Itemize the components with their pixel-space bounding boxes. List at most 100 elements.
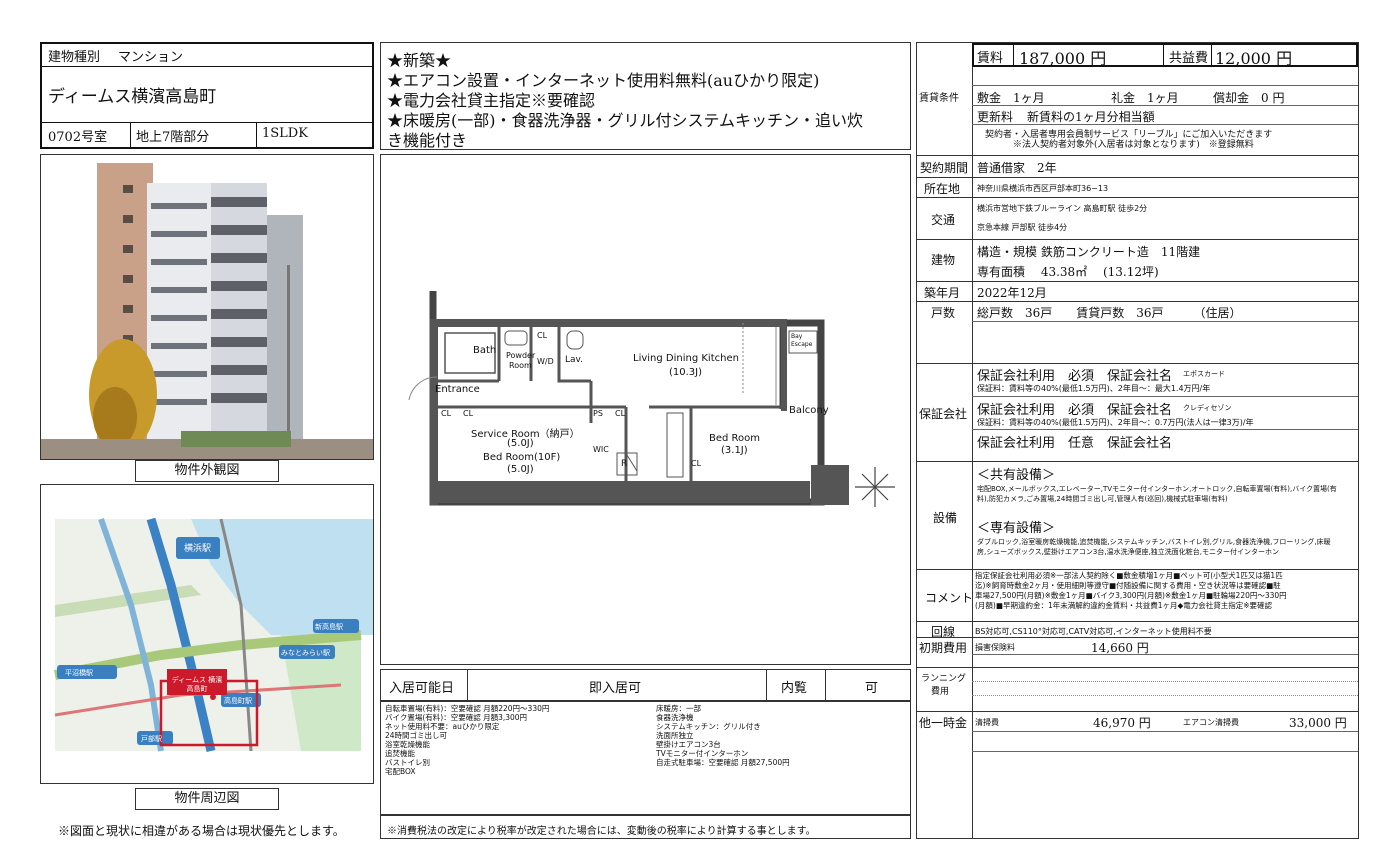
equipment-item: 追焚機能 (385, 749, 415, 758)
room-bed-2: (3.1J) (721, 445, 748, 456)
floorplan-drawing (408, 291, 895, 507)
room-ldk-2: (10.3J) (669, 367, 703, 378)
equipment-item: 壁掛けエアコン3台 (656, 740, 721, 749)
guarantee-label: 保証会社 (919, 407, 968, 421)
comment-line: (月額)■早期違約金：1年未満解約違約金賃料・共益費1ヶ月◆電力会社貸主指定※要… (975, 601, 1273, 610)
renewal-value: 新賃料の1ヶ月分相当額 (1027, 110, 1155, 124)
guarantee-1: 保証会社利用 必須 保証会社名 (977, 369, 1173, 384)
building-name: ディームス横濱高島町 (48, 87, 217, 107)
rent-conditions-label: 賃貸条件 (919, 93, 959, 104)
contract-value: 普通借家 2年 (977, 161, 1057, 175)
equipment-item: ネット使用料不要：auひかり限定 (385, 722, 500, 731)
equipment-item: 床暖房：一部 (656, 704, 701, 713)
closet-cl-2: CL (463, 409, 474, 418)
equipment-item: 自転車置場(有料)：空要確認 月額220円〜330円 (385, 704, 550, 713)
map-label-minatomirai: みなとみらい駅 (281, 649, 330, 657)
address-label: 所在地 (924, 182, 961, 196)
map-label-property: ディームス 横濱高島町 (171, 676, 223, 693)
comment-line: 車場27,500円(月額)※敷金1ヶ月■バイク3,300円(月額)※敷金1ヶ月■… (975, 591, 1287, 600)
area-value: 専有面積 43.38㎡ (13.12坪) (977, 265, 1159, 279)
building-type-value: マンション (118, 50, 184, 65)
footnote: ※図面と現状に相違がある場合は現状優先とします。 (58, 824, 345, 838)
viewing-value: 可 (865, 681, 879, 696)
guarantee-2-note: 保証料：賃料等の40%(最低1.5万円)、2年目〜：0.7万円(法人は一律3万)… (977, 418, 1254, 427)
map-label-hiranumabashi: 平沼橋駅 (65, 669, 93, 677)
private-facilities-title: ＜専有設備＞ (977, 521, 1056, 536)
address-value: 神奈川県横浜市西区戸部本町36−13 (977, 184, 1109, 193)
comment-line: 迄)※飼育時敷金2ヶ月・使用細則等遵守■付随設備に関する費用・空き状況等は要確認… (975, 581, 1281, 590)
room-bed-1: Bed Room (709, 433, 761, 444)
units-label: 戸数 (931, 306, 956, 320)
initial-cost-label: 初期費用 (919, 641, 968, 655)
guarantee-1-company: エポスカード (1183, 370, 1225, 378)
equipment-item: TVモニター付インターホン (656, 749, 749, 758)
equipment-item: 宅配BOX (385, 767, 416, 776)
availability-row: 入居可能日 即入居可 内覧 可 (380, 669, 911, 701)
room-wic: WIC (593, 445, 609, 454)
cleaning-fee-label: 清掃費 (975, 718, 999, 727)
units-value: 総戸数 36戸 賃貸戸数 36戸 （住居） (977, 306, 1242, 320)
line-value: BS対応可,CS110°対応可,CATV対応可,インターネット使用料不要 (975, 627, 1212, 636)
balcony-label: Balcony (789, 405, 829, 416)
private-facilities-1: ダブルロック,浴室暖房乾燥機能,追焚機能,システムキッチン,バストイレ別,グリル… (977, 538, 1331, 546)
building-photo (41, 155, 373, 459)
room-service-2: (5.0J) (507, 438, 534, 449)
facilities-label: 設備 (933, 511, 958, 525)
floor-level: 地上7階部分 (136, 130, 210, 145)
move-in-value: 即入居可 (589, 681, 642, 696)
pipe-space-ps: PS (593, 409, 603, 418)
comment-label: コメント (925, 591, 974, 605)
built-value: 2022年12月 (977, 286, 1047, 300)
common-fee-label: 共益費 (1169, 51, 1209, 66)
deposit: 敷金 1ヶ月 (977, 91, 1045, 105)
area-map-frame: 横浜駅 新高島駅 みなとみらい駅 高島町駅 戸部駅 平沼橋駅 ディームス 横濱高… (40, 484, 374, 784)
bay-escape-label: Bay Escape (791, 333, 813, 348)
equipment-item: 24時間ゴミ出し可 (385, 731, 448, 740)
room-powder-1: Powder (506, 351, 536, 360)
room-bath: Bath (473, 345, 497, 356)
ac-cleaning-fee-label: エアコン清掃費 (1183, 718, 1239, 727)
built-label: 築年月 (924, 286, 961, 300)
tax-note: ※消費税法の改定により税率が改定された場合には、変動後の税率により計算する事とし… (387, 826, 816, 837)
headline-line-5: き機能付き (387, 131, 468, 150)
viewing-label: 内覧 (781, 681, 808, 696)
room-wd: W/D (537, 357, 554, 366)
equipment-item: バストイレ別 (385, 758, 430, 767)
room-ldk-1: Living Dining Kitchen (633, 353, 739, 364)
rent-value: 187,000 円 (1019, 49, 1107, 68)
transport-label: 交通 (931, 213, 956, 227)
map-label-yokohama: 横浜駅 (184, 544, 212, 554)
initial-cost-item: 損害保険料 (975, 643, 1015, 652)
transport-line-2: 京急本線 戸部駅 徒歩4分 (977, 223, 1068, 232)
running-cost-label-1: ランニング (921, 674, 967, 684)
cleaning-fee-value: 46,970 円 (1093, 716, 1151, 730)
building-info-box: 建物種別 マンション ディームス横濱高島町 0702号室 地上7階部分 1SLD… (40, 42, 374, 149)
building-type-label: 建物種別 (48, 50, 101, 65)
guarantee-2-company: クレディセゾン (1183, 404, 1232, 412)
guarantee-2: 保証会社利用 必須 保証会社名 (977, 403, 1173, 418)
shared-facilities-1: 宅配BOX,メールボックス,エレベーター,TVモニター付インターホン,オートロッ… (977, 485, 1337, 493)
service-note-2: ※法人契約者対象外(入居者は対象となります) ※登録無料 (1013, 140, 1254, 150)
ac-cleaning-fee-value: 33,000 円 (1289, 716, 1347, 730)
room-layout: 1SLDK (262, 126, 308, 141)
equipment-item: システムキッチン：グリル付き (656, 722, 761, 731)
common-fee-value: 12,000 円 (1215, 49, 1293, 68)
renewal-label: 更新料 (977, 110, 1014, 124)
structure-value: 構造・規模 鉄筋コンクリート造 11階建 (977, 245, 1201, 259)
building-photo-frame (40, 154, 374, 460)
contract-label: 契約期間 (920, 161, 969, 175)
closet-cl-3: CL (615, 409, 626, 418)
equipment-item: 自走式駐車場：空要確認 月額27,500円 (656, 758, 790, 767)
comment-text: 指定保証会社利用必須※一部法人契約除く■敷金積増1ヶ月■ペット可(小型犬1匹又は… (975, 571, 1287, 611)
equipment-right-list: 床暖房：一部 食器洗浄機 システムキッチン：グリル付き 洗面所独立 壁掛けエアコ… (656, 704, 790, 767)
amortization: 償却金 0 円 (1213, 91, 1285, 105)
map-label-shintakashima: 新高島駅 (315, 623, 343, 631)
room-powder-2: Room (509, 361, 532, 370)
room-bed10f-2: (5.0J) (507, 464, 534, 475)
move-in-label: 入居可能日 (389, 681, 455, 696)
headline-box: ★新築★ ★エアコン設置・インターネット使用料無料(auひかり限定) ★電力会社… (380, 42, 911, 150)
guarantee-3: 保証会社利用 任意 保証会社名 (977, 436, 1173, 451)
equipment-item: バイク置場(有料)：空要確認 月額3,300円 (385, 713, 528, 722)
rent-label: 賃料 (977, 51, 1004, 66)
building-label: 建物 (931, 253, 956, 267)
